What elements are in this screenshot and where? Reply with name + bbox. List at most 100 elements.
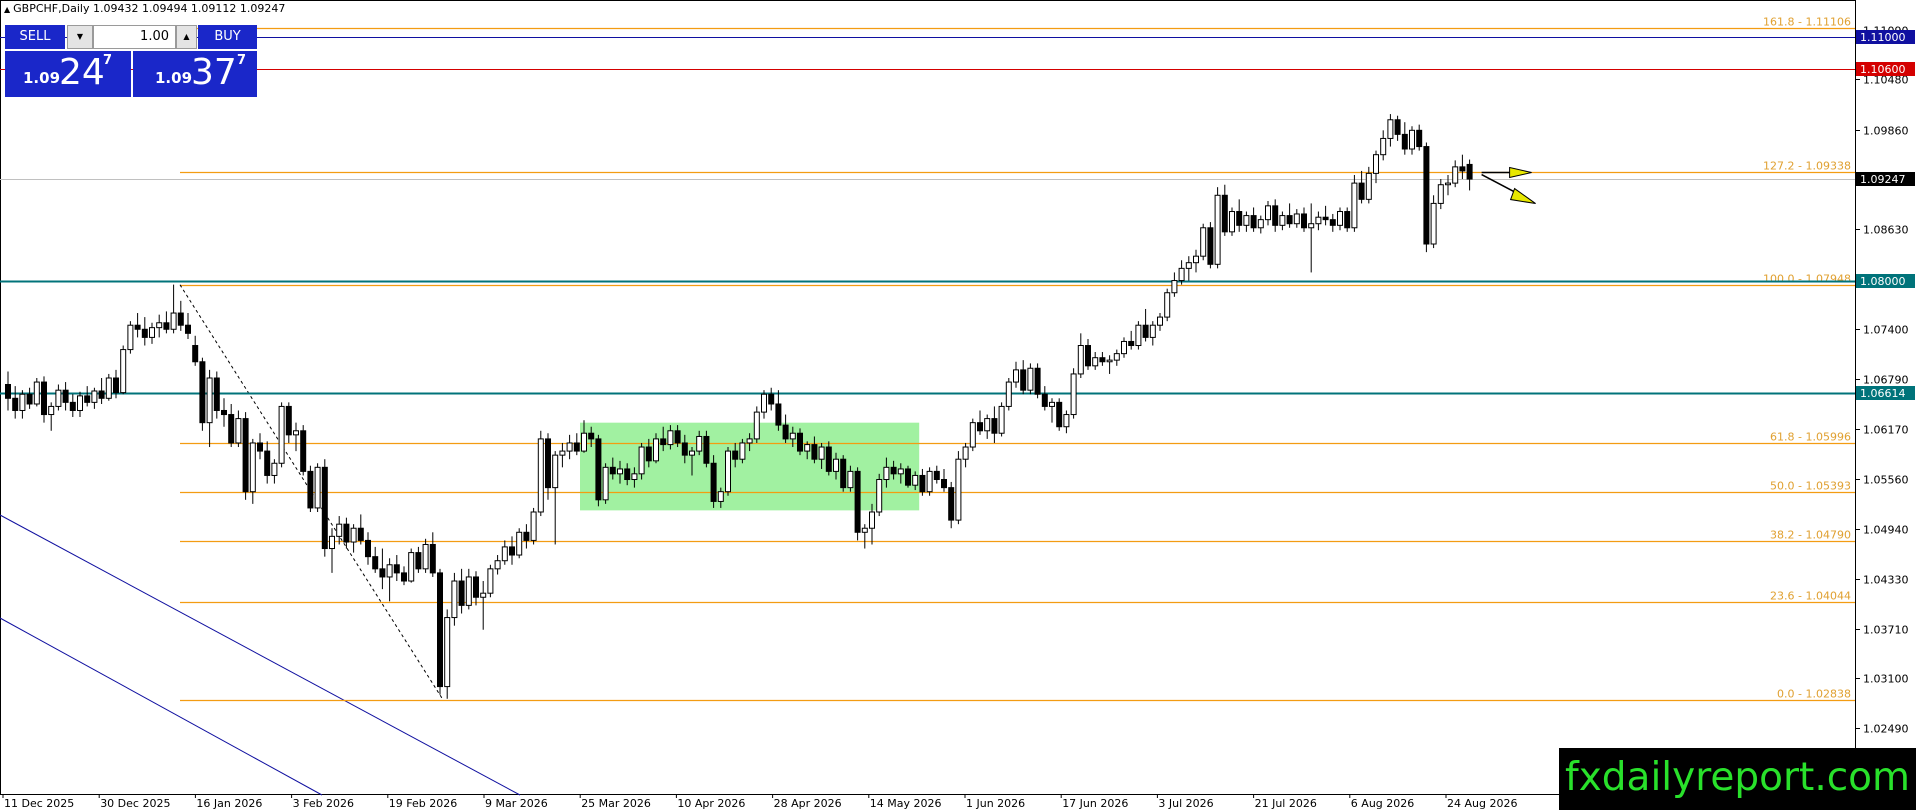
y-tick-label: 1.03710: [1863, 624, 1909, 637]
price-badge: 1.06614: [1856, 386, 1915, 400]
candle-up: [1365, 172, 1372, 200]
candle-up: [1315, 216, 1322, 225]
sell-quote-big: 24: [59, 52, 105, 93]
candle-down: [401, 572, 407, 582]
candle-down: [768, 393, 775, 405]
candle-down: [69, 401, 76, 411]
candle-up: [1437, 184, 1444, 204]
candle-down: [977, 422, 983, 432]
y-tick-label: 1.02490: [1863, 723, 1909, 736]
candle-down: [1142, 324, 1149, 338]
price-badge-label: 1.09247: [1860, 173, 1906, 186]
lot-size-input[interactable]: 1.00: [93, 25, 176, 49]
candle-down: [703, 435, 710, 464]
candle-up: [847, 470, 854, 489]
candle-up: [1005, 381, 1012, 407]
candle-up: [1157, 316, 1163, 326]
candle-up: [653, 438, 659, 462]
candle-up: [249, 442, 256, 493]
candle-down: [199, 361, 206, 424]
candle-down: [5, 383, 11, 399]
candle-up: [314, 466, 321, 509]
candle-down: [825, 446, 832, 472]
candle-down: [609, 466, 616, 475]
candle-up: [746, 438, 753, 444]
candle-down: [811, 444, 818, 460]
candle-down: [545, 438, 551, 489]
lot-dropdown-icon[interactable]: ▼: [67, 25, 93, 49]
price-badge-label: 1.11000: [1860, 31, 1906, 44]
candle-up: [552, 454, 559, 489]
lot-increase-icon[interactable]: ▲: [176, 25, 197, 49]
sell-button[interactable]: SELL: [5, 25, 65, 49]
candle-down: [357, 527, 364, 541]
candle-down: [1459, 166, 1466, 172]
candle-down: [1401, 133, 1408, 150]
candle-up: [149, 327, 155, 338]
candle-up: [984, 418, 991, 432]
candle-down: [674, 430, 681, 444]
candle-down: [257, 442, 263, 452]
candle-up: [91, 390, 98, 403]
price-badge-label: 1.06614: [1860, 387, 1906, 400]
candle-up: [1164, 292, 1171, 318]
candle-up: [1178, 267, 1185, 282]
candle-up: [516, 531, 523, 556]
y-tick-label: 1.07400: [1863, 324, 1909, 337]
candle-up: [170, 312, 177, 330]
candle-up: [55, 389, 62, 407]
sell-quote[interactable]: 1.09 24 7: [5, 51, 131, 97]
x-tick-label: 25 Mar 2026: [581, 797, 651, 810]
buy-quote[interactable]: 1.09 37 7: [133, 51, 257, 97]
candle-up: [235, 418, 242, 444]
candle-up: [444, 617, 451, 688]
candle-down: [991, 418, 998, 434]
collapse-triangle-icon[interactable]: ▲: [4, 5, 10, 14]
buy-quote-sup: 7: [237, 53, 247, 68]
candle-down: [473, 576, 479, 598]
x-tick-label: 11 Dec 2025: [4, 797, 74, 810]
candle-up: [1135, 324, 1142, 347]
one-click-trading-panel: SELL ▼ 1.00 ▲ BUY 1.09 24 7 1.09 37 7: [5, 25, 257, 97]
candle-up: [725, 450, 731, 493]
candle-up: [969, 422, 976, 448]
candle-up: [1409, 129, 1415, 150]
fib-level-label: 127.2 - 1.09338: [1763, 160, 1851, 173]
candle-up: [717, 491, 724, 502]
candle-up: [667, 430, 674, 446]
candle-down: [588, 432, 595, 440]
candle-up: [19, 393, 26, 411]
candle-down: [1034, 367, 1041, 395]
candle-up: [696, 435, 703, 452]
candle-up: [861, 527, 868, 533]
symbol-ohlc-text: GBPCHF,Daily 1.09432 1.09494 1.09112 1.0…: [13, 2, 286, 15]
candle-up: [1077, 345, 1084, 375]
candle-down: [177, 312, 184, 326]
candle-down: [1085, 345, 1091, 367]
price-chart: 161.8 - 1.11106 127.2 - 1.09338 100.0 - 1.…: [0, 0, 1915, 810]
candle-up: [1149, 324, 1156, 338]
candle-down: [1301, 213, 1307, 229]
buy-button[interactable]: BUY: [198, 25, 257, 49]
candle-up: [883, 466, 890, 481]
candle-up: [818, 446, 825, 460]
candle-up: [156, 322, 163, 329]
x-tick-label: 1 Jun 2026: [966, 797, 1025, 810]
candle-down: [307, 470, 314, 509]
candle-up: [1229, 211, 1235, 233]
price-badge-label: 1.10600: [1860, 63, 1906, 76]
candle-up: [1193, 255, 1199, 264]
candle-up: [1113, 353, 1120, 361]
candle-down: [1322, 216, 1329, 221]
candle-up: [1380, 137, 1387, 156]
candle-up: [1200, 227, 1207, 257]
candle-down: [62, 389, 69, 403]
y-tick-label: 1.05560: [1863, 474, 1909, 487]
x-tick-label: 28 Apr 2026: [774, 797, 842, 810]
candle-down: [854, 470, 861, 533]
candle-down: [264, 450, 271, 476]
candle-up: [1013, 369, 1019, 383]
candle-up: [1445, 182, 1451, 186]
candle-down: [797, 432, 803, 452]
candle-up: [1265, 205, 1271, 221]
